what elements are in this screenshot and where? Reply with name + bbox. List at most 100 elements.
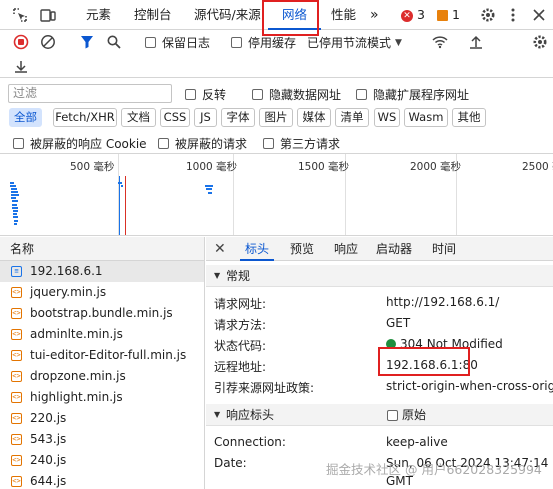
- search-icon[interactable]: [104, 32, 124, 52]
- raw-headers-checkbox[interactable]: [387, 409, 398, 421]
- third-party-checkbox[interactable]: [263, 138, 274, 149]
- close-devtools-icon[interactable]: [529, 5, 549, 25]
- third-party-toggle[interactable]: 第三方请求: [263, 135, 340, 152]
- blocked-cookies-checkbox[interactable]: [13, 138, 24, 149]
- type-filter-doc[interactable]: 文档: [121, 108, 156, 127]
- error-count: 3: [416, 7, 425, 22]
- disable-cache-checkbox[interactable]: [231, 37, 242, 48]
- request-row[interactable]: <> dropzone.min.js: [0, 366, 204, 387]
- inspect-element-icon[interactable]: [10, 5, 30, 25]
- type-filter-all[interactable]: 全部: [9, 108, 42, 127]
- request-row[interactable]: <> 220.js: [0, 408, 204, 429]
- response-headers-section-header[interactable]: ▼ 响应标头 原始: [206, 404, 553, 426]
- hide-data-urls-checkbox[interactable]: [252, 89, 263, 100]
- network-overview-timeline[interactable]: 500 毫秒 1000 毫秒 1500 毫秒 2000 毫秒 2500 毫秒: [0, 154, 553, 236]
- type-filter-js[interactable]: JS: [194, 108, 217, 127]
- timeline-request-bar: [206, 188, 212, 190]
- request-name: highlight.min.js: [30, 390, 123, 404]
- warning-counter[interactable]: 1: [437, 0, 460, 30]
- hide-data-urls-label: 隐藏数据网址: [269, 88, 342, 102]
- name-column-header[interactable]: 名称: [0, 237, 205, 261]
- header-key: 远程地址:: [214, 360, 267, 374]
- chevron-down-icon: ▼: [395, 37, 402, 48]
- request-name: 220.js: [30, 411, 67, 425]
- request-row[interactable]: <> jquery.min.js: [0, 282, 204, 303]
- close-details-icon[interactable]: ✕: [214, 237, 226, 261]
- response-header-key: Connection:: [214, 435, 286, 449]
- network-toolbar: 保留日志 停用缓存 已停用节流模式 ▼: [0, 30, 553, 78]
- blocked-cookies-toggle[interactable]: 被屏蔽的响应 Cookie: [13, 135, 147, 152]
- network-settings-gear-icon[interactable]: [530, 32, 550, 52]
- type-filter-fetch-xhr[interactable]: Fetch/XHR: [53, 108, 117, 127]
- response-headers-title: 响应标头: [226, 408, 275, 422]
- tab-sources[interactable]: 源代码/来源: [194, 0, 261, 30]
- blocked-requests-toggle[interactable]: 被屏蔽的请求: [158, 135, 247, 152]
- type-filter-wasm[interactable]: Wasm: [404, 108, 448, 127]
- export-har-icon[interactable]: [11, 56, 31, 76]
- response-header-key: Date:: [214, 456, 247, 470]
- preserve-log-checkbox[interactable]: [145, 37, 156, 48]
- more-options-icon[interactable]: [503, 5, 523, 25]
- hide-extension-urls-checkbox[interactable]: [356, 89, 367, 100]
- request-name: 192.168.6.1: [30, 264, 103, 278]
- invert-toggle[interactable]: 反转: [185, 86, 226, 103]
- preserve-log-toggle[interactable]: 保留日志: [145, 34, 210, 51]
- request-row[interactable]: <> 240.js: [0, 450, 204, 471]
- tab-console[interactable]: 控制台: [134, 0, 172, 30]
- hide-data-urls-toggle[interactable]: 隐藏数据网址: [252, 86, 341, 103]
- timeline-request-bar: [10, 185, 16, 187]
- type-filter-manifest[interactable]: 清单: [335, 108, 369, 127]
- more-tabs-icon[interactable]: »: [370, 0, 379, 30]
- raw-headers-toggle[interactable]: 原始: [387, 409, 426, 421]
- blocked-filters-row: 被屏蔽的响应 Cookie 被屏蔽的请求 第三方请求: [0, 132, 553, 154]
- dom-content-loaded-marker: [119, 176, 120, 235]
- tab-initiator[interactable]: 启动器: [376, 237, 412, 261]
- filter-input[interactable]: 过滤: [8, 84, 172, 103]
- device-toolbar-icon[interactable]: [38, 5, 58, 25]
- disable-cache-toggle[interactable]: 停用缓存: [231, 34, 296, 51]
- tab-network[interactable]: 网络: [268, 0, 322, 30]
- tab-headers[interactable]: 标头: [240, 237, 275, 261]
- type-filter-ws[interactable]: WS: [374, 108, 400, 127]
- type-filter-font[interactable]: 字体: [221, 108, 255, 127]
- type-filter-other[interactable]: 其他: [452, 108, 486, 127]
- tab-performance[interactable]: 性能: [331, 0, 356, 30]
- clear-icon[interactable]: [38, 32, 58, 52]
- request-row[interactable]: <> bootstrap.bundle.min.js: [0, 303, 204, 324]
- request-row[interactable]: <> 543.js: [0, 429, 204, 450]
- network-conditions-wifi-icon[interactable]: [430, 32, 450, 52]
- type-filter-css[interactable]: CSS: [160, 108, 190, 127]
- timeline-request-bar: [14, 223, 17, 225]
- tab-timing[interactable]: 时间: [432, 237, 456, 261]
- timeline-request-bar: [13, 216, 18, 218]
- general-section-header[interactable]: ▼ 常规: [206, 265, 553, 287]
- request-row[interactable]: <> 644.js: [0, 471, 204, 489]
- timeline-request-bar: [208, 192, 212, 194]
- tab-elements[interactable]: 元素: [86, 0, 111, 30]
- status-code-text: 304 Not Modified: [400, 337, 503, 351]
- requests-list: ≡ 192.168.6.1 <> jquery.min.js <> bootstrap.b…: [0, 261, 205, 489]
- settings-gear-icon[interactable]: [478, 5, 498, 25]
- blocked-requests-checkbox[interactable]: [158, 138, 169, 149]
- request-row[interactable]: <> tui-editor-Editor-full.min.js: [0, 345, 204, 366]
- request-row[interactable]: ≡ 192.168.6.1: [0, 261, 204, 282]
- timeline-request-bar: [11, 197, 16, 199]
- invert-checkbox[interactable]: [185, 89, 196, 100]
- request-name: dropzone.min.js: [30, 369, 126, 383]
- import-har-icon[interactable]: [466, 32, 486, 52]
- hide-extension-urls-toggle[interactable]: 隐藏扩展程序网址: [356, 86, 469, 103]
- request-row[interactable]: <> adminlte.min.js: [0, 324, 204, 345]
- disable-cache-label: 停用缓存: [248, 36, 297, 50]
- tab-preview[interactable]: 预览: [290, 237, 314, 261]
- throttling-select[interactable]: 已停用节流模式 ▼: [307, 34, 402, 51]
- tab-response[interactable]: 响应: [334, 237, 358, 261]
- error-counter[interactable]: ✕ 3: [401, 0, 425, 30]
- header-value: 304 Not Modified: [386, 337, 503, 351]
- load-event-marker: [125, 176, 126, 235]
- type-filter-img[interactable]: 图片: [259, 108, 293, 127]
- request-row[interactable]: <> highlight.min.js: [0, 387, 204, 408]
- type-filter-media[interactable]: 媒体: [297, 108, 331, 127]
- filter-funnel-icon[interactable]: [77, 32, 97, 52]
- stop-recording-icon[interactable]: [11, 32, 31, 52]
- request-name: bootstrap.bundle.min.js: [30, 306, 173, 320]
